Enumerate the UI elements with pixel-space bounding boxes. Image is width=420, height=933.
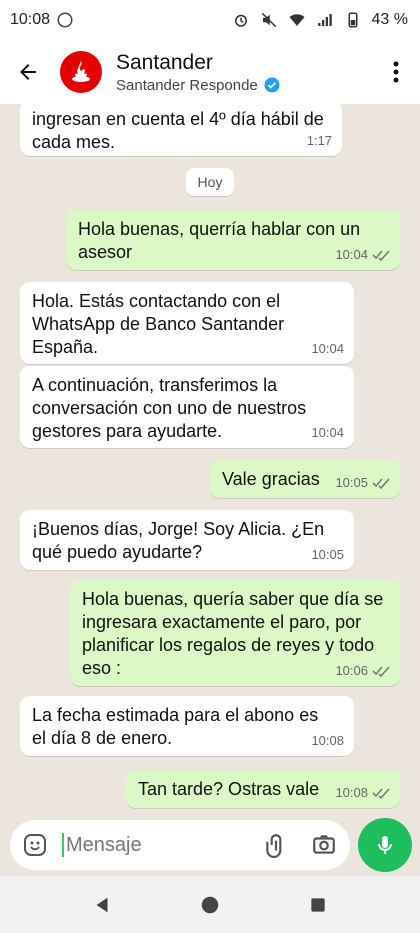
message-text: ingresan en cuenta el 4º día hábil de ca…	[32, 109, 324, 152]
santander-flame-icon	[72, 61, 90, 82]
microphone-icon	[378, 836, 392, 854]
overflow-menu-button[interactable]	[386, 60, 406, 84]
message-time: 1:17	[306, 133, 332, 148]
back-button[interactable]	[0, 40, 56, 104]
nav-back-icon[interactable]	[89, 892, 115, 918]
composer-bar: Mensaje	[0, 818, 420, 876]
message-time: 10:08	[335, 785, 368, 800]
read-ticks-icon	[372, 477, 390, 489]
message-bubble[interactable]: Hola buenas, querría hablar con un aseso…	[66, 210, 400, 270]
message-meta: 10:05	[335, 471, 390, 494]
message-text: A continuación, transferimos la conversa…	[32, 375, 307, 441]
message-meta: 10:04	[311, 337, 344, 360]
message-bubble[interactable]: Vale gracias 10:05	[210, 460, 400, 498]
chat-header: Santander Santander Responde	[0, 40, 420, 104]
message-meta: 10:08	[335, 781, 390, 804]
message-time: 10:04	[335, 247, 368, 262]
contact-subtitle: Santander Responde	[116, 76, 258, 94]
message-text: Hola. Estás contactando con el WhatsApp …	[32, 291, 285, 357]
message-meta: 10:04	[335, 243, 390, 266]
read-ticks-icon	[372, 665, 390, 677]
whatsapp-icon	[56, 11, 74, 29]
sticker-emoji-icon[interactable]	[22, 832, 48, 858]
attach-paperclip-icon[interactable]	[262, 831, 290, 859]
alarm-icon	[232, 11, 250, 29]
message-meta: 1:17	[307, 129, 332, 152]
message-meta: 10:05	[311, 543, 344, 566]
status-right: 43 %	[232, 11, 408, 29]
message-bubble[interactable]: ¡Buenos días, Jorge! Soy Alicia. ¿En qué…	[20, 510, 354, 570]
message-bubble[interactable]: Hola buenas, quería saber que día se ing…	[70, 580, 400, 686]
nav-home-icon[interactable]	[197, 892, 223, 918]
message-bubble[interactable]: ingresan en cuenta el 4º día hábil de ca…	[20, 104, 342, 156]
message-meta: 10:04	[311, 421, 344, 444]
read-ticks-icon	[372, 249, 390, 261]
message-time: 10:05	[335, 475, 368, 490]
message-bubble[interactable]: A continuación, transferimos la conversa…	[20, 366, 354, 448]
message-time: 10:04	[311, 425, 344, 440]
battery-icon	[344, 11, 362, 29]
message-meta: 10:06	[335, 659, 390, 682]
message-time: 10:06	[335, 663, 368, 678]
message-text: La fecha estimada para el abono es el dí…	[32, 705, 319, 748]
read-ticks-icon	[372, 787, 390, 799]
status-time: 10:08	[10, 11, 51, 28]
avatar[interactable]	[60, 51, 102, 93]
mute-icon	[260, 11, 278, 29]
message-bubble[interactable]: Hola. Estás contactando con el WhatsApp …	[20, 282, 354, 364]
nav-recents-icon[interactable]	[305, 892, 331, 918]
message-time: 10:05	[311, 547, 344, 562]
back-arrow-icon	[20, 64, 36, 80]
contact-name: Santander	[116, 50, 213, 74]
chat-area[interactable]: ingresan en cuenta el 4º día hábil de ca…	[0, 104, 420, 818]
camera-icon[interactable]	[310, 831, 338, 859]
status-bar: 10:08 43 %	[0, 0, 420, 40]
message-meta: 10:08	[311, 729, 344, 752]
signal-icon	[316, 11, 334, 29]
battery-percent: 43 %	[371, 11, 408, 28]
contact-status: Santander Responde	[116, 77, 280, 94]
message-bubble[interactable]: La fecha estimada para el abono es el dí…	[20, 696, 354, 756]
voice-message-button[interactable]	[358, 818, 412, 872]
message-placeholder: Mensaje	[66, 833, 142, 856]
message-input[interactable]: Mensaje	[10, 820, 350, 870]
text-cursor	[62, 833, 64, 857]
wifi-icon	[288, 11, 306, 29]
status-left: 10:08	[10, 11, 74, 29]
message-time: 10:08	[311, 733, 344, 748]
header-text[interactable]: Santander Santander Responde	[116, 51, 280, 94]
message-bubble[interactable]: Tan tarde? Ostras vale 10:08	[126, 770, 400, 808]
message-time: 10:04	[311, 341, 344, 356]
more-vert-icon	[393, 61, 399, 83]
verified-badge-icon	[264, 77, 280, 93]
date-chip: Hoy	[186, 168, 234, 196]
message-text: ¡Buenos días, Jorge! Soy Alicia. ¿En qué…	[32, 519, 325, 562]
system-navigation-bar	[0, 876, 420, 933]
